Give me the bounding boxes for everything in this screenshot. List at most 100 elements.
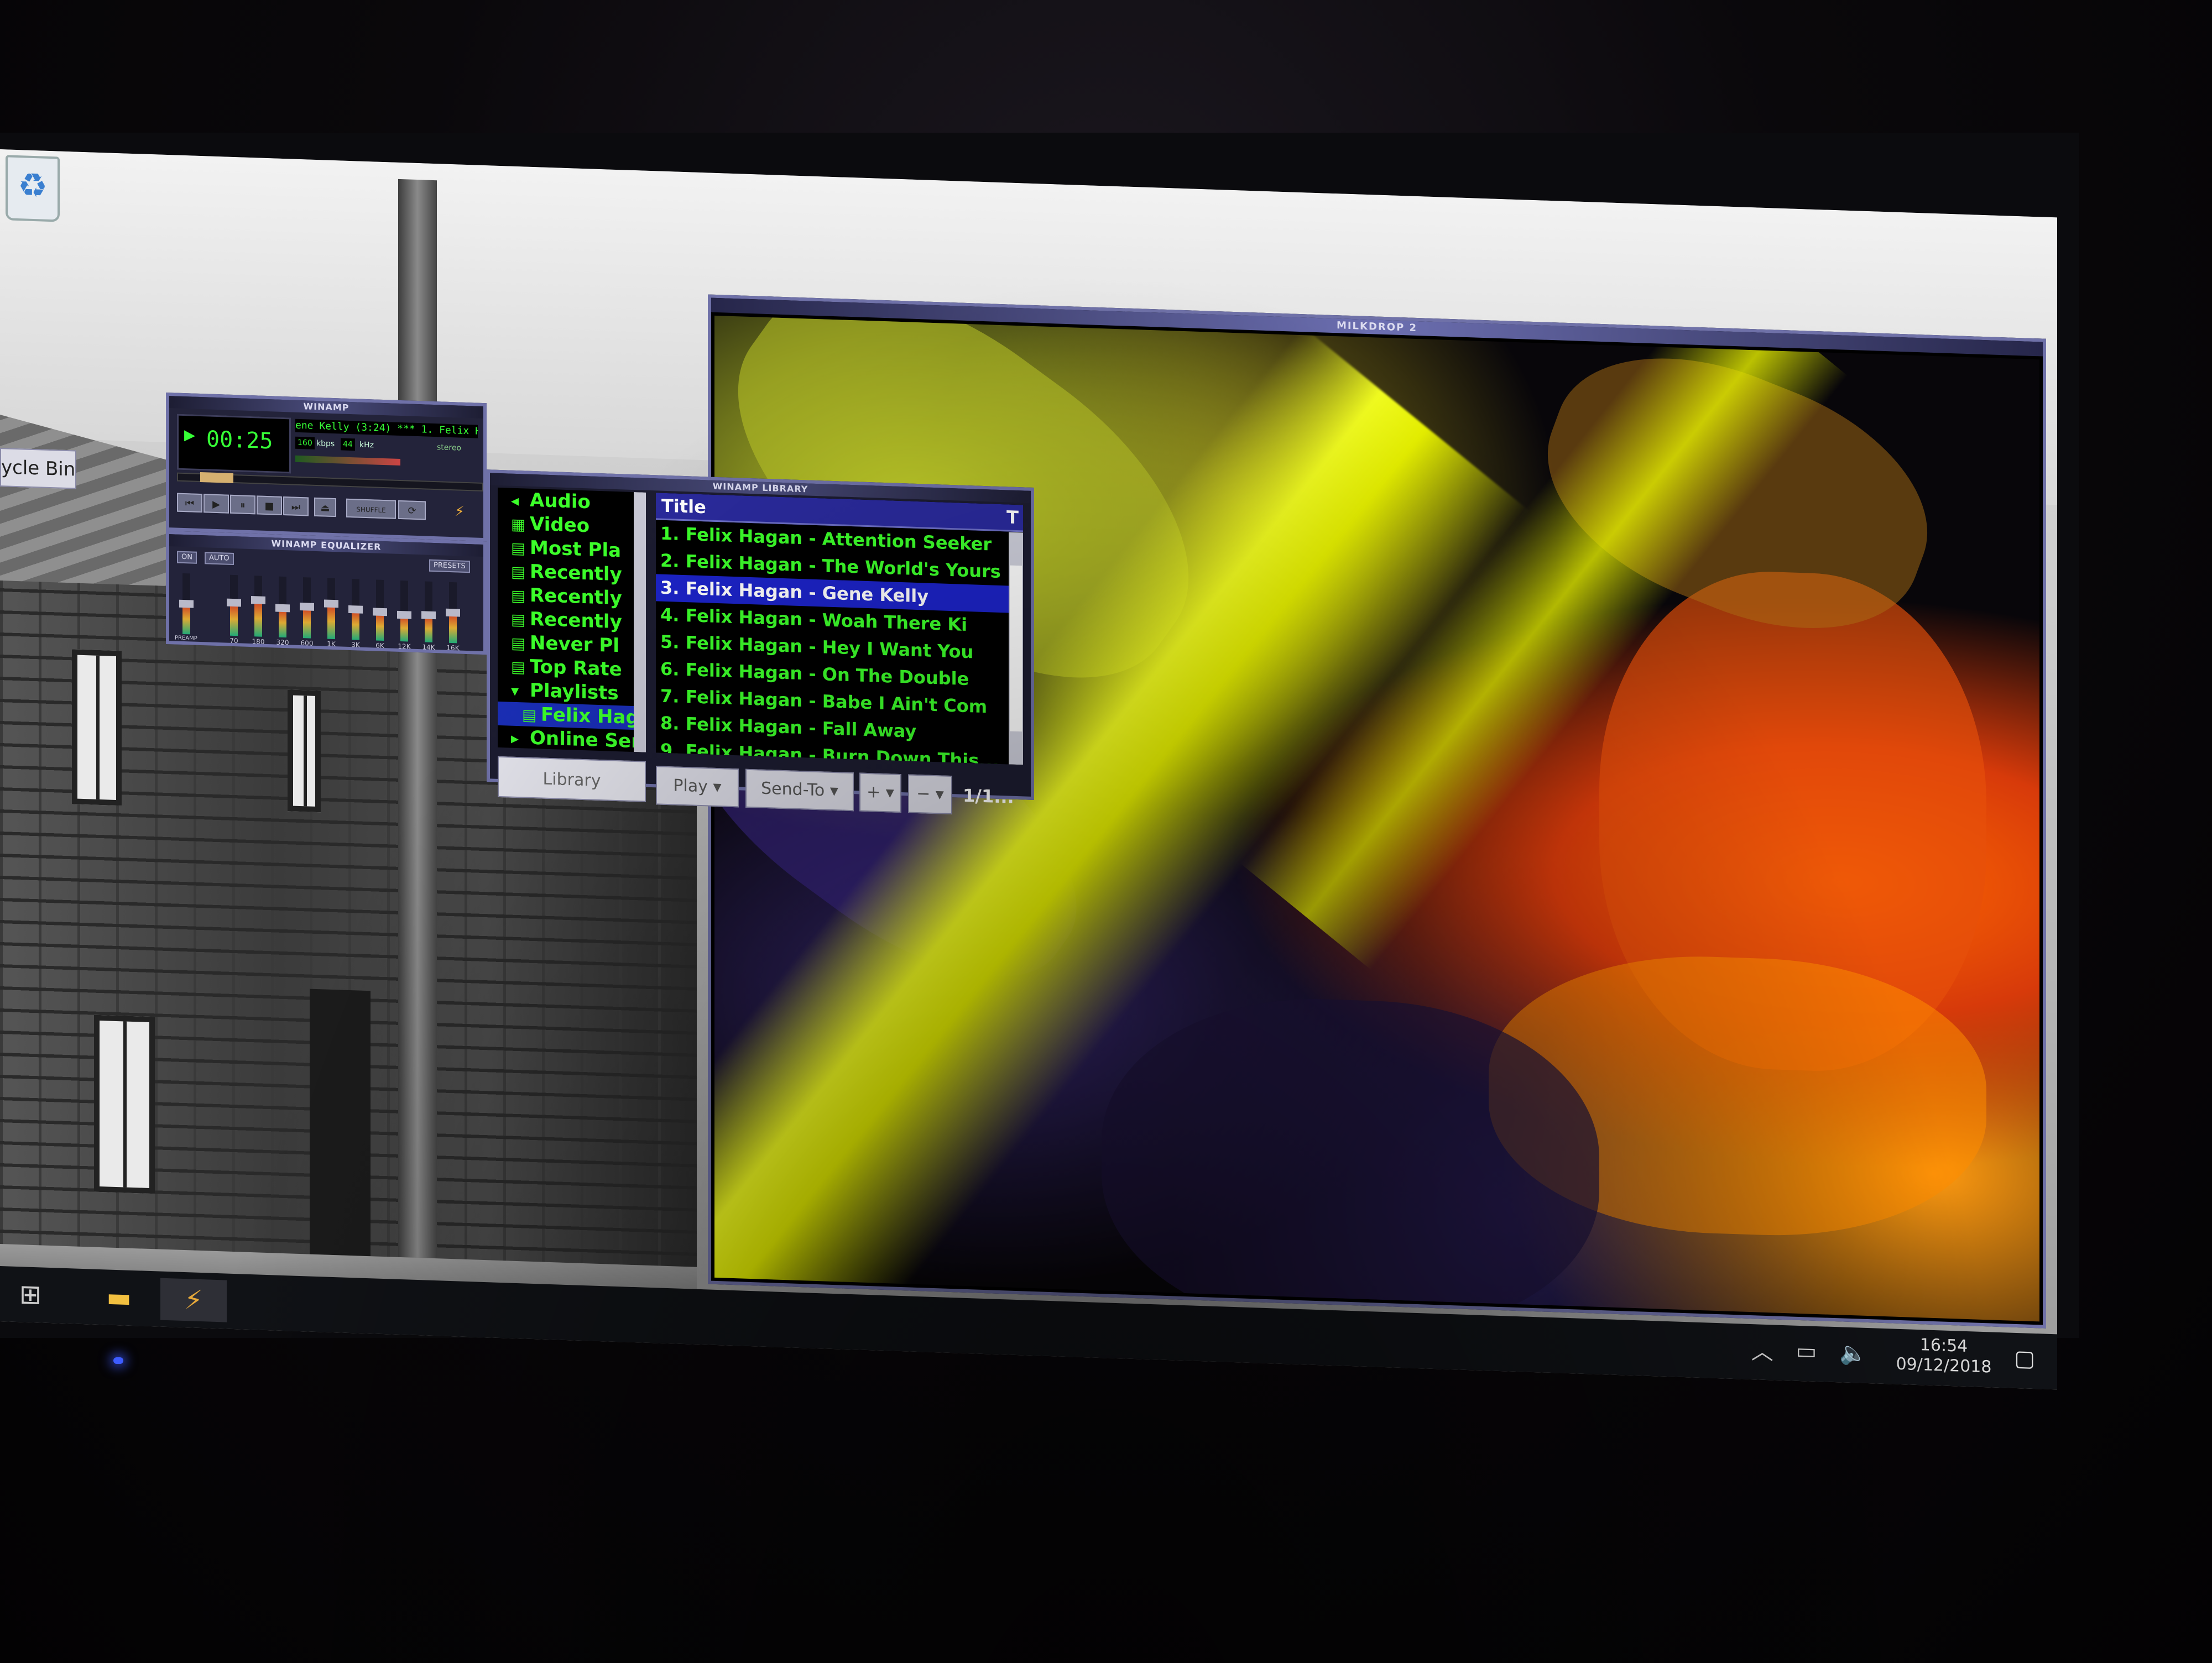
- library-tree[interactable]: ◂ Audio ▦ Video ▤ Most Pla ▤ Recently ▤ Recently ▤…: [498, 487, 646, 752]
- send-to-label: Send-To: [761, 778, 825, 801]
- eq-band-slider[interactable]: [227, 574, 241, 636]
- winamp-logo-icon[interactable]: ⚡: [446, 502, 473, 522]
- tree-item-label: Most Pla: [530, 536, 622, 562]
- remove-button[interactable]: − ▾: [908, 774, 952, 815]
- eq-band-slider[interactable]: [348, 579, 363, 640]
- winamp-main-window[interactable]: WINAMP ▶ 00:25 ene Kelly (3:24) *** 1. F…: [166, 392, 487, 542]
- send-to-button[interactable]: Send-To ▾: [745, 768, 854, 812]
- tree-item[interactable]: ▾ Playlists: [498, 678, 646, 707]
- film-icon: ▦: [511, 515, 526, 534]
- playlist-doc-icon: ▤: [511, 634, 526, 653]
- eq-band-slider[interactable]: [300, 577, 314, 639]
- playlist-scrollbar[interactable]: [1009, 532, 1023, 765]
- eq-band-label: 16K: [446, 644, 460, 652]
- eq-band-label: 6K: [375, 641, 384, 650]
- shuffle-button[interactable]: SHUFFLE: [346, 498, 396, 519]
- play-button[interactable]: ▶: [204, 494, 229, 514]
- collapse-arrow-icon: ▸: [511, 729, 519, 748]
- tree-item-label: Felix Hag: [541, 703, 639, 729]
- play-button[interactable]: Play ▾: [656, 766, 739, 808]
- power-led: [113, 1357, 123, 1364]
- taskbar-clock[interactable]: 16:54 09/12/2018: [1896, 1335, 1992, 1378]
- eq-slider-knob[interactable]: [421, 610, 436, 619]
- eq-band-slider[interactable]: [275, 576, 290, 638]
- add-label: +: [867, 782, 881, 802]
- eject-button[interactable]: ⏏: [314, 497, 336, 517]
- tree-item-label: Online Serv: [530, 726, 646, 752]
- start-icon[interactable]: ⊞: [6, 1273, 55, 1316]
- song-title-marquee[interactable]: ene Kelly (3:24) *** 1. Felix Hag: [295, 419, 478, 438]
- previous-button[interactable]: ⏮: [177, 493, 202, 513]
- playlist-scroll-thumb[interactable]: [1010, 565, 1022, 732]
- playlist-doc-icon: ▤: [511, 562, 526, 582]
- media-library-window[interactable]: WINAMP LIBRARY ◂ Audio ▦ Video ▤ Most Pla ▤ Rec…: [487, 469, 1034, 815]
- network-icon[interactable]: ▭: [1796, 1338, 1817, 1364]
- seek-thumb[interactable]: [200, 472, 233, 483]
- add-button[interactable]: + ▾: [859, 772, 901, 813]
- next-button[interactable]: ⏭: [283, 496, 309, 516]
- eq-band-label: 600: [300, 639, 314, 647]
- winamp-taskbar-icon[interactable]: ⚡: [160, 1278, 227, 1322]
- recycle-bin-label: ycle Bin: [0, 448, 77, 489]
- eq-slider-knob[interactable]: [324, 599, 338, 608]
- volume-slider[interactable]: [295, 455, 400, 466]
- playlist-doc-icon: ▤: [511, 657, 526, 677]
- eq-slider-knob[interactable]: [446, 608, 460, 617]
- volume-icon[interactable]: 🔈: [1839, 1340, 1867, 1367]
- eq-auto-button[interactable]: AUTO: [205, 552, 234, 566]
- monitor-screen: ♻ ycle Bin MILKDROP 2 WINAMP ▶ 00:25 ene…: [0, 149, 2057, 1390]
- eq-band-label: 320: [276, 638, 289, 647]
- playlist-doc-icon: ▤: [522, 705, 537, 725]
- seek-bar[interactable]: [177, 472, 483, 491]
- file-explorer-icon[interactable]: ▬: [94, 1276, 144, 1320]
- eq-slider-knob[interactable]: [348, 605, 363, 614]
- eq-band-label: 3K: [351, 641, 360, 649]
- eq-band-label: 1K: [327, 640, 336, 649]
- stop-button[interactable]: ■: [257, 495, 282, 515]
- eq-slider-knob[interactable]: [251, 596, 265, 604]
- preamp-slider[interactable]: [179, 573, 194, 635]
- remove-label: −: [916, 783, 931, 804]
- playlist-track-row[interactable]: 10. Felix Hagan - Delirium Trem: [656, 763, 1023, 765]
- chevron-up-icon[interactable]: ︿: [1751, 1333, 1773, 1366]
- samplerate-label: kHz: [359, 440, 374, 450]
- eq-band-slider[interactable]: [446, 582, 460, 644]
- samplerate-value: 44: [341, 438, 355, 451]
- expand-arrow-icon: ▾: [511, 681, 519, 700]
- eq-band-slider[interactable]: [251, 576, 265, 637]
- notifications-icon[interactable]: ▢: [2014, 1346, 2035, 1372]
- eq-slider-knob[interactable]: [275, 604, 290, 613]
- play-indicator-icon: ▶: [184, 427, 195, 444]
- library-button[interactable]: Library: [498, 756, 646, 802]
- playlist-doc-icon: ▤: [511, 610, 526, 629]
- eq-slider-knob[interactable]: [227, 598, 241, 606]
- recycle-bin[interactable]: ♻ ycle Bin: [0, 155, 88, 489]
- eq-on-button[interactable]: ON: [177, 551, 197, 564]
- eq-slider-knob[interactable]: [373, 608, 387, 616]
- wallpaper-doorway: [310, 989, 371, 1257]
- wallpaper-window: [72, 649, 122, 806]
- column-title-label: Title: [661, 495, 706, 518]
- pause-button[interactable]: ⏸: [230, 494, 255, 515]
- clock-date: 09/12/2018: [1896, 1354, 1992, 1377]
- tree-item[interactable]: ▸ Online Serv: [498, 725, 646, 752]
- eq-slider-knob[interactable]: [300, 602, 314, 611]
- eq-band-slider[interactable]: [397, 581, 411, 642]
- tree-item-label: Audio: [530, 489, 591, 514]
- repeat-button[interactable]: ⟳: [398, 500, 426, 520]
- visualization-canvas: [714, 315, 2039, 1322]
- column-title-label-2: T: [1006, 506, 1019, 529]
- eq-slider-knob[interactable]: [397, 610, 411, 619]
- elapsed-time[interactable]: 00:25: [206, 426, 273, 454]
- time-display[interactable]: ▶ 00:25: [177, 414, 291, 474]
- equalizer-window[interactable]: WINAMP EQUALIZER ON AUTO PRESETS PREAMP …: [166, 530, 487, 655]
- eq-band-slider[interactable]: [324, 578, 338, 640]
- eq-band-label: 14K: [422, 643, 435, 652]
- page-count: 1/1...: [963, 785, 1014, 808]
- eq-band-label: 12K: [398, 642, 411, 651]
- eq-presets-button[interactable]: PRESETS: [429, 559, 470, 573]
- eq-band-slider[interactable]: [421, 581, 436, 642]
- eq-band-slider[interactable]: [373, 579, 387, 641]
- tree-scrollbar[interactable]: [634, 492, 646, 752]
- playlist-view[interactable]: Title T 1. Felix Hagan - Attention Seeke…: [656, 493, 1023, 765]
